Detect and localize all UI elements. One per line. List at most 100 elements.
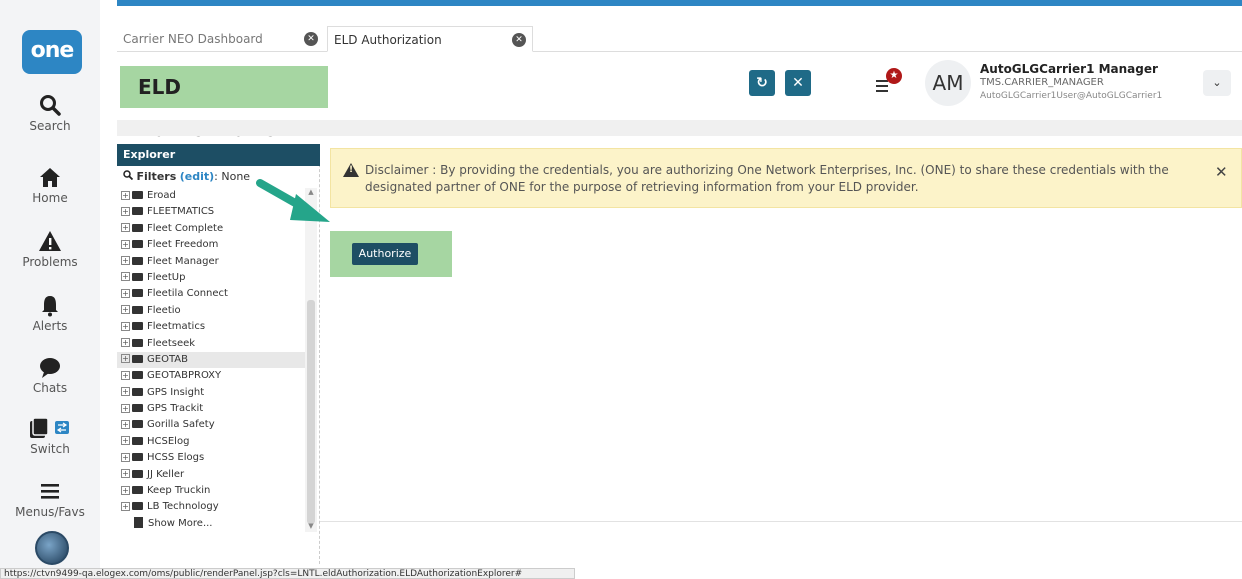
- header-divider: [117, 120, 1242, 136]
- refresh-button[interactable]: ↻: [749, 70, 775, 96]
- rail-home-label: Home: [32, 191, 68, 205]
- close-tab-icon[interactable]: ✕: [512, 33, 526, 47]
- tree-item[interactable]: + GEOTAB: [117, 351, 305, 369]
- expand-icon[interactable]: +: [121, 370, 130, 380]
- rail-alerts[interactable]: Alerts: [0, 292, 100, 333]
- tree-item[interactable]: + Fleetmatics: [117, 319, 305, 335]
- user-role: TMS.CARRIER_MANAGER: [980, 77, 1104, 88]
- bell-icon: [42, 296, 58, 317]
- user-email: AutoGLGCarrier1User@AutoGLGCarrier1: [980, 91, 1163, 101]
- folder-icon: [132, 453, 143, 462]
- tree-item[interactable]: + GPS Insight: [117, 385, 305, 401]
- filters-edit-link[interactable]: (edit): [180, 170, 214, 183]
- expand-icon[interactable]: +: [121, 469, 130, 479]
- filters-label: Filters: [136, 170, 177, 183]
- tree-item[interactable]: + Fleetio: [117, 303, 305, 319]
- rail-problems[interactable]: Problems: [0, 228, 100, 269]
- expand-icon[interactable]: +: [121, 485, 130, 495]
- expand-icon[interactable]: +: [121, 419, 130, 429]
- tree-item[interactable]: + Fleetila Connect: [117, 286, 305, 302]
- expand-icon[interactable]: +: [121, 305, 130, 315]
- tab-eld-authorization[interactable]: ELD Authorization ✕: [327, 26, 533, 52]
- folder-icon: [132, 256, 143, 265]
- expand-icon[interactable]: +: [121, 321, 130, 331]
- tree-item-label: GEOTAB: [147, 353, 188, 365]
- tree-item[interactable]: + LB Technology: [117, 499, 305, 515]
- tree-item[interactable]: + Fleet Freedom: [117, 237, 305, 253]
- folder-icon: [132, 354, 143, 363]
- tab-carrier-neo-dashboard[interactable]: Carrier NEO Dashboard ✕: [117, 26, 327, 52]
- rail-alerts-label: Alerts: [32, 319, 68, 333]
- folder-icon: [132, 240, 143, 249]
- expand-icon[interactable]: +: [121, 452, 130, 462]
- switch-icon: [30, 417, 69, 438]
- expand-icon[interactable]: +: [121, 436, 130, 446]
- close-page-button[interactable]: ✕: [785, 70, 811, 96]
- user-photo-avatar[interactable]: [35, 531, 69, 565]
- refresh-icon: ↻: [756, 75, 768, 91]
- notifications-menu-button[interactable]: ★: [873, 68, 902, 98]
- rail-search[interactable]: Search: [0, 92, 100, 133]
- disclaimer-banner: Disclaimer : By providing the credential…: [330, 148, 1242, 208]
- tree-item-label: FleetUp: [147, 271, 186, 283]
- close-tab-icon[interactable]: ✕: [304, 32, 318, 46]
- disclaimer-close-button[interactable]: ✕: [1215, 163, 1228, 181]
- expand-icon[interactable]: +: [121, 223, 130, 233]
- tree-item[interactable]: + Fleetseek: [117, 336, 305, 352]
- tab-bar: Carrier NEO Dashboard ✕ ELD Authorizatio…: [117, 26, 1242, 52]
- folder-icon: [132, 207, 143, 216]
- home-icon: [40, 168, 60, 187]
- explorer-scrollbar[interactable]: ▲ ▼: [305, 188, 317, 532]
- tree-item-label: GPS Trackit: [147, 403, 204, 415]
- rail-home[interactable]: Home: [0, 164, 100, 205]
- show-more-label: Show More...: [148, 517, 213, 529]
- user-dropdown-button[interactable]: ⌄: [1203, 70, 1231, 96]
- user-initials-avatar[interactable]: AM: [925, 60, 971, 106]
- user-name: AutoGLGCarrier1 Manager: [980, 62, 1158, 76]
- expand-icon[interactable]: +: [121, 190, 130, 200]
- tree-item-label: FLEETMATICS: [147, 206, 215, 218]
- expand-icon[interactable]: +: [121, 288, 130, 298]
- tree-item[interactable]: + Gorilla Safety: [117, 417, 305, 433]
- expand-icon[interactable]: +: [121, 403, 130, 413]
- expand-icon[interactable]: +: [121, 256, 130, 266]
- scroll-down-arrow-icon[interactable]: ▼: [305, 522, 317, 532]
- expand-icon[interactable]: +: [121, 354, 130, 364]
- expand-icon[interactable]: +: [121, 501, 130, 511]
- tree-item[interactable]: + HCSElog: [117, 434, 305, 450]
- tree-item-label: Gorilla Safety: [147, 419, 215, 431]
- one-logo[interactable]: one: [22, 30, 82, 74]
- left-rail: one Search Home Problems Alerts Chats Sw…: [0, 0, 100, 579]
- tree-item[interactable]: + Keep Truckin: [117, 483, 305, 499]
- filters-value: None: [221, 170, 251, 183]
- tree-item-label: Fleet Manager: [147, 255, 219, 267]
- tree-item-label: HCSS Elogs: [147, 452, 205, 464]
- rail-chats[interactable]: Chats: [0, 354, 100, 395]
- rail-menus-favs[interactable]: Menus/Favs: [0, 478, 100, 519]
- authorize-button[interactable]: Authorize: [352, 243, 418, 265]
- expand-icon[interactable]: +: [121, 338, 130, 348]
- expand-icon[interactable]: +: [121, 272, 130, 282]
- tree-item[interactable]: + JJ Keller: [117, 467, 305, 483]
- tree-item[interactable]: + Fleet Manager: [117, 254, 305, 270]
- tree-item[interactable]: + HCSS Elogs: [117, 450, 305, 466]
- tree-item-label: Fleetila Connect: [147, 288, 228, 300]
- expand-icon[interactable]: +: [121, 387, 130, 397]
- explorer-filters: Filters (edit): None: [123, 170, 250, 183]
- tree-item-label: JJ Keller: [147, 468, 185, 480]
- search-icon: [40, 95, 61, 116]
- show-more-item[interactable]: Show More...: [117, 516, 305, 532]
- disclaimer-text: Disclaimer : By providing the credential…: [365, 163, 1169, 194]
- tree-item[interactable]: + GEOTABPROXY: [117, 368, 305, 384]
- explorer-tree: + Eroad + FLEETMATICS + Fleet Complete + Fleet …: [117, 188, 305, 564]
- scroll-thumb[interactable]: [307, 300, 315, 524]
- expand-icon[interactable]: +: [121, 206, 130, 216]
- rail-switch[interactable]: Switch: [0, 415, 100, 456]
- close-icon: ✕: [792, 75, 804, 91]
- expand-icon[interactable]: +: [121, 239, 130, 249]
- tree-item[interactable]: + FleetUp: [117, 270, 305, 286]
- folder-icon: [132, 191, 143, 199]
- tree-item[interactable]: + GPS Trackit: [117, 401, 305, 417]
- tab-label: ELD Authorization: [334, 33, 442, 47]
- folder-icon: [132, 338, 143, 347]
